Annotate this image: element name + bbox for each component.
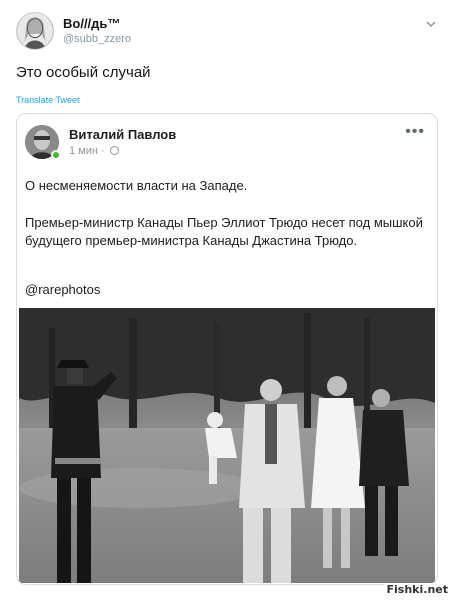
author-name[interactable]: Во///дь™ xyxy=(63,16,120,31)
post-mention-link[interactable]: @rarephotos xyxy=(25,281,100,299)
post-paragraph: О несменяемости власти на Западе. xyxy=(25,178,248,193)
watermark-text: Fishki.net xyxy=(383,583,451,596)
online-status-dot xyxy=(51,150,61,160)
tweet: Во///дь™ @subb_zzero Это особый случай T… xyxy=(0,0,455,600)
tweet-header: Во///дь™ @subb_zzero xyxy=(16,12,441,52)
post-author-name[interactable]: Виталий Павлов xyxy=(69,127,176,142)
author-handle[interactable]: @subb_zzero xyxy=(63,33,131,45)
translate-tweet-link[interactable]: Translate Tweet xyxy=(16,95,80,105)
post-meta: 1 мин · xyxy=(69,145,119,157)
post-photo[interactable] xyxy=(19,308,435,583)
more-options-icon[interactable]: ••• xyxy=(405,123,425,141)
globe-icon xyxy=(109,146,119,155)
chevron-down-icon[interactable] xyxy=(425,18,437,30)
author-avatar[interactable] xyxy=(16,12,54,50)
post-time[interactable]: 1 мин · xyxy=(69,145,105,157)
embedded-post-card[interactable]: Виталий Павлов 1 мин · ••• О несменяемос… xyxy=(16,113,438,585)
post-paragraph: Премьер-министр Канады Пьер Эллиот Трюдо… xyxy=(25,215,423,248)
tweet-text: Это особый случай xyxy=(16,64,151,81)
